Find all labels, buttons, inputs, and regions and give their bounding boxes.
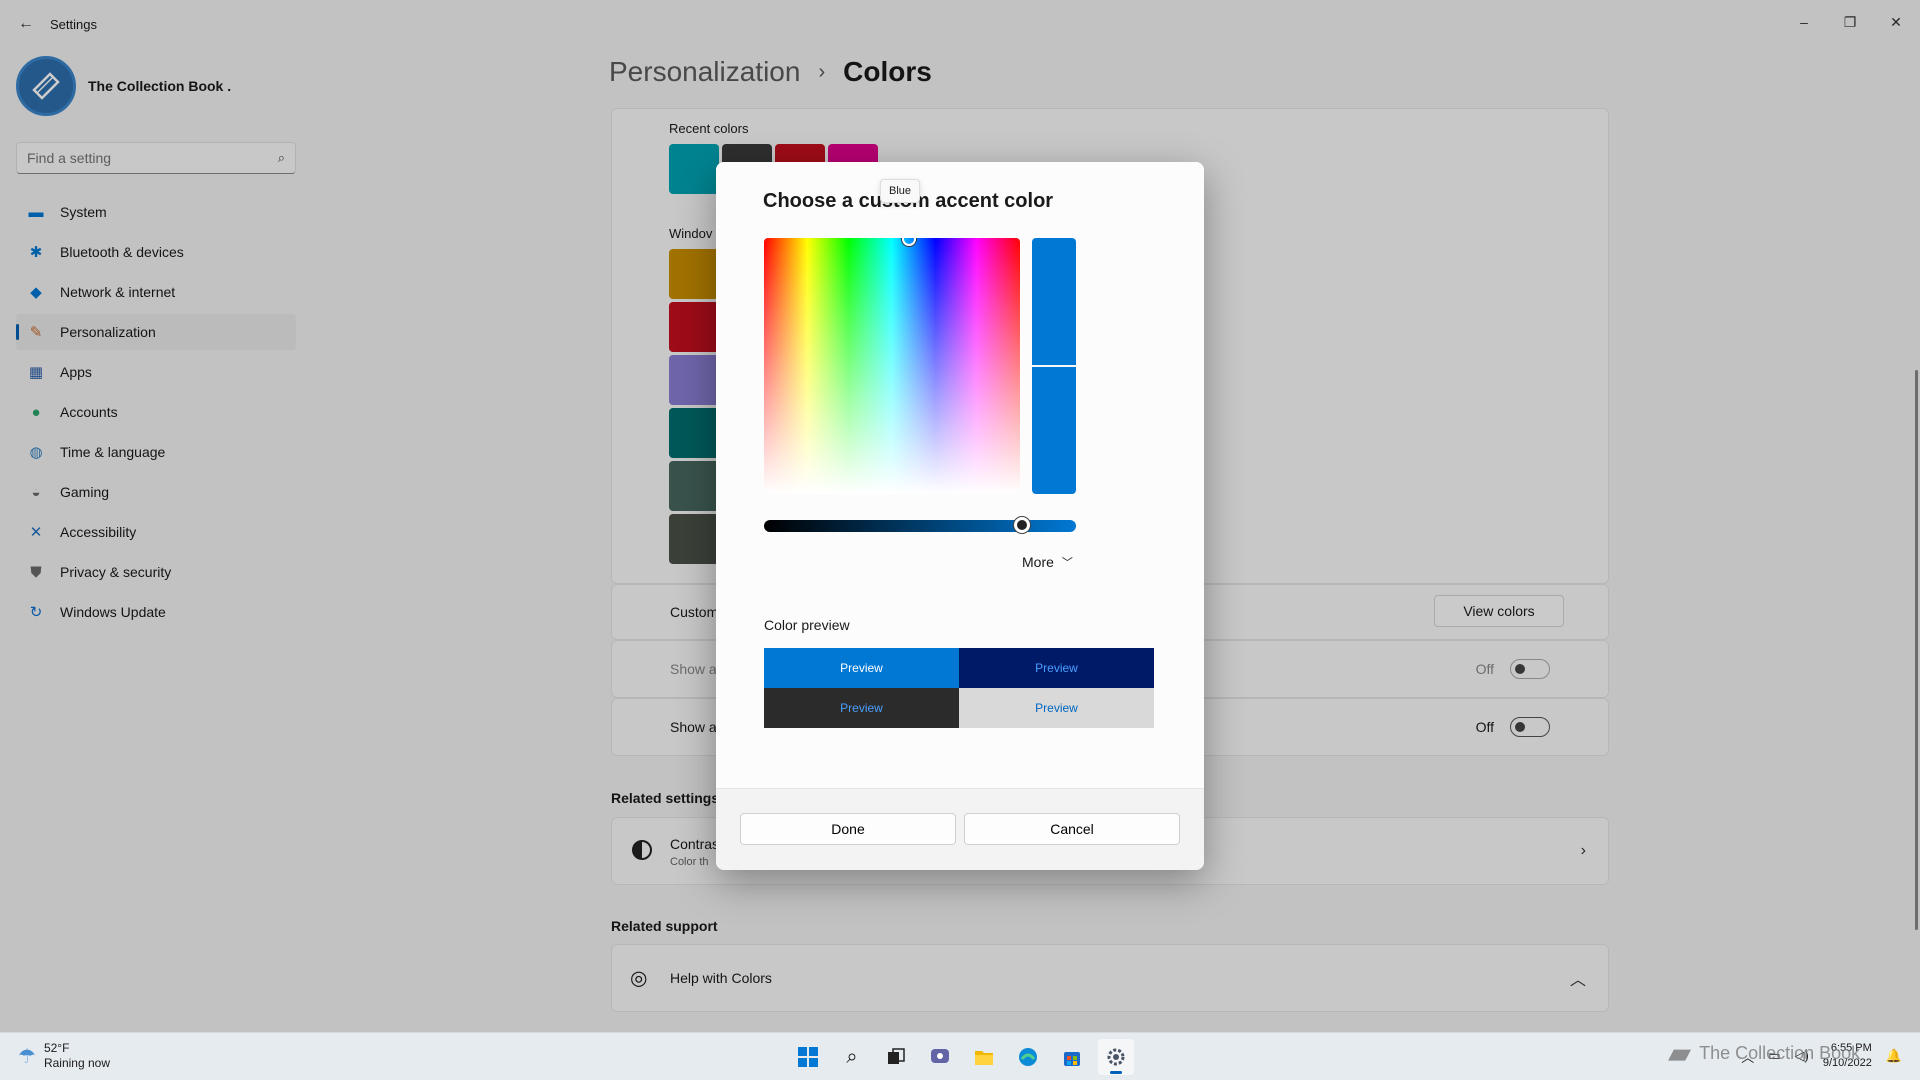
more-label: More [1022, 554, 1054, 570]
edge-icon[interactable] [1010, 1039, 1046, 1075]
chevron-down-icon: ﹀ [1061, 557, 1073, 569]
custom-accent-color-dialog: Choose a custom accent color Blue More ﹀… [716, 162, 1204, 870]
chat-icon[interactable] [922, 1039, 958, 1075]
color-preview-tile: Preview [959, 688, 1154, 728]
spectrum-handle[interactable] [902, 238, 916, 246]
color-preview-tile: Preview [764, 648, 959, 688]
color-preview-tile: Preview [764, 688, 959, 728]
weather-widget[interactable]: ☂ 52°F Raining now [18, 1041, 110, 1071]
settings-icon[interactable] [1098, 1039, 1134, 1075]
file-explorer-icon[interactable] [966, 1039, 1002, 1075]
task-view-icon[interactable] [878, 1039, 914, 1075]
color-preview-grid: Preview Preview Preview Preview [764, 648, 1154, 728]
weather-temperature: 52°F [43, 1041, 70, 1055]
taskbar: ☂ 52°F Raining now ⌕ ︿ ▭ ◁) 6:55 PM 9/10… [0, 1032, 1920, 1080]
color-preview-label: Color preview [764, 617, 850, 633]
book-icon: ▰ [1668, 1037, 1692, 1070]
brightness-slider-thumb[interactable] [1014, 517, 1030, 533]
done-button[interactable]: Done [740, 813, 956, 845]
color-spectrum[interactable] [764, 238, 1020, 494]
brightness-slider[interactable] [764, 517, 1076, 533]
rain-cloud-icon: ☂ [18, 1045, 36, 1068]
watermark-text: The Collection Book [1699, 1043, 1861, 1063]
weather-description: Raining now [43, 1056, 110, 1070]
store-icon[interactable] [1054, 1039, 1090, 1075]
start-icon[interactable] [790, 1039, 826, 1075]
more-button[interactable]: More ﹀ [1022, 554, 1073, 570]
notification-icon[interactable]: 🔔 [1886, 1048, 1902, 1064]
watermark: ▰ The Collection Book [1668, 1036, 1860, 1071]
taskbar-apps: ⌕ [790, 1039, 1134, 1075]
dialog-footer: Done Cancel [716, 788, 1204, 870]
dialog-body: Choose a custom accent color Blue More ﹀… [716, 162, 1204, 788]
color-preview-tile: Preview [959, 648, 1154, 688]
selected-color-swatch [1032, 238, 1076, 494]
color-name-tooltip: Blue [880, 179, 921, 203]
cancel-button[interactable]: Cancel [964, 813, 1180, 845]
search-icon[interactable]: ⌕ [834, 1039, 870, 1075]
